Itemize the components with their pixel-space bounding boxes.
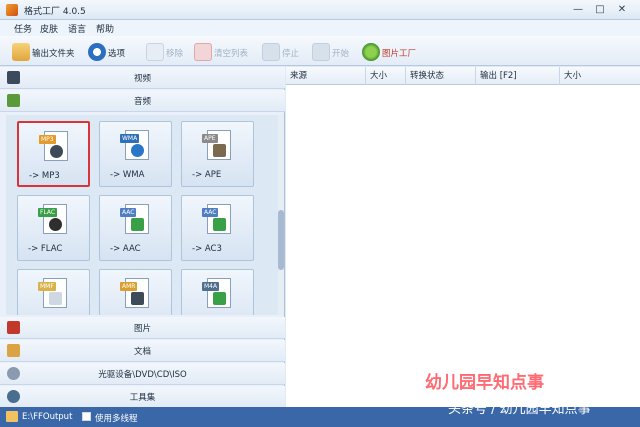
category-video-label: 视频 <box>133 74 151 84</box>
column-size[interactable]: 大小 <box>366 67 406 85</box>
stop-label: 停止 <box>282 49 300 59</box>
amr-symbol-icon <box>131 292 144 305</box>
headphones-icon <box>49 218 62 231</box>
start-label: 开始 <box>332 49 350 59</box>
menu-bar: 任务 皮肤 语言 帮助 <box>0 20 640 36</box>
watermark-source: 头条号 / 幼儿园早知点事 <box>448 402 591 417</box>
picture-factory-icon <box>362 43 380 61</box>
ape-file-icon: APE <box>202 130 231 160</box>
music-note-icon <box>213 218 226 231</box>
mmf-symbol-icon <box>49 292 62 305</box>
remove-label: 移除 <box>166 49 184 59</box>
amr-file-icon: AMR <box>120 278 149 308</box>
format-tile-flac[interactable]: FLAC -> FLAC <box>17 195 90 261</box>
flac-tag: FLAC <box>38 208 58 217</box>
multithread-checkbox[interactable] <box>82 412 91 421</box>
menu-language[interactable]: 语言 <box>68 22 86 35</box>
format-tile-wma[interactable]: WMA -> WMA <box>99 121 172 187</box>
options-label: 选项 <box>108 49 126 59</box>
mmf-file-icon: MMF <box>38 278 67 308</box>
close-button[interactable]: ✕ <box>614 3 630 17</box>
minimize-button[interactable]: — <box>570 3 586 17</box>
format-tile-amr[interactable]: AMR <box>99 269 172 315</box>
format-tile-mmf[interactable]: MMF <box>17 269 90 315</box>
format-label-ac3: -> AC3 <box>192 244 222 254</box>
wma-tag: WMA <box>120 134 140 143</box>
aac-file-icon: AAC <box>120 204 149 234</box>
output-path[interactable]: E:\FFOutput <box>22 412 72 422</box>
music-note-icon <box>213 292 226 305</box>
picture-factory-label: 图片工厂 <box>382 49 417 59</box>
folder-icon <box>6 411 18 422</box>
scrollbar-thumb[interactable] <box>278 210 284 270</box>
music-note-icon <box>131 218 144 231</box>
category-picture[interactable]: 图片 <box>0 317 285 339</box>
category-disc[interactable]: 光驱设备\DVD\CD\ISO <box>0 363 285 385</box>
column-output[interactable]: 输出 [F2] <box>476 67 560 85</box>
ape-tag: APE <box>202 134 218 143</box>
watermark-text: 幼儿园早知点事 <box>425 373 544 393</box>
category-picture-label: 图片 <box>133 324 151 334</box>
format-label-aac: -> AAC <box>110 244 141 254</box>
category-audio[interactable]: 音频 <box>0 90 285 112</box>
category-tools-label: 工具集 <box>129 393 156 403</box>
clear-list-icon <box>194 43 212 61</box>
audio-format-grid: MP3 -> MP3 WMA -> WMA APE -> APE FLAC ->… <box>6 115 280 315</box>
category-disc-label: 光驱设备\DVD\CD\ISO <box>98 370 187 380</box>
column-output-size[interactable]: 大小 <box>560 67 640 85</box>
title-bar: 格式工厂 4.0.5 — □ ✕ <box>0 0 640 20</box>
column-source[interactable]: 来源 <box>286 67 366 85</box>
speaker-icon <box>50 145 63 158</box>
format-label-wma: -> WMA <box>110 170 145 180</box>
menu-skin[interactable]: 皮肤 <box>40 22 58 35</box>
format-label-ape: -> APE <box>192 170 222 180</box>
play-icon <box>131 144 144 157</box>
menu-help[interactable]: 帮助 <box>96 22 114 35</box>
ac3-file-icon: AAC <box>202 204 231 234</box>
folder-icon <box>12 43 30 61</box>
category-document[interactable]: 文档 <box>0 340 285 362</box>
menu-task[interactable]: 任务 <box>14 22 32 35</box>
format-tile-ape[interactable]: APE -> APE <box>181 121 254 187</box>
multithread-label: 使用多线程 <box>95 414 138 424</box>
format-label-mp3: -> MP3 <box>29 171 60 181</box>
mp3-tag: MP3 <box>39 135 56 144</box>
format-tile-ac3[interactable]: AAC -> AC3 <box>181 195 254 261</box>
window-title: 格式工厂 4.0.5 <box>24 7 86 17</box>
category-video[interactable]: 视频 <box>0 67 285 89</box>
format-tile-aac[interactable]: AAC -> AAC <box>99 195 172 261</box>
stop-icon <box>262 43 280 61</box>
task-list-header: 来源 大小 转换状态 输出 [F2] 大小 <box>286 67 640 85</box>
format-grid-scrollbar[interactable] <box>278 115 284 315</box>
wma-file-icon: WMA <box>120 130 149 160</box>
mmf-tag: MMF <box>38 282 56 291</box>
options-icon <box>88 43 106 61</box>
column-status[interactable]: 转换状态 <box>406 67 476 85</box>
clear-list-label: 清空列表 <box>214 49 249 59</box>
amr-tag: AMR <box>120 282 138 291</box>
remove-icon <box>146 43 164 61</box>
mp3-file-icon: MP3 <box>39 131 68 161</box>
maximize-button[interactable]: □ <box>592 3 608 17</box>
flac-file-icon: FLAC <box>38 204 67 234</box>
aac-tag: AAC <box>120 208 137 217</box>
format-tile-m4a[interactable]: M4A <box>181 269 254 315</box>
format-tile-mp3[interactable]: MP3 -> MP3 <box>17 121 90 187</box>
start-icon <box>312 43 330 61</box>
m4a-tag: M4A <box>202 282 220 291</box>
category-audio-label: 音频 <box>133 97 151 107</box>
app-logo-icon <box>6 4 18 16</box>
toolbar: 输出文件夹 选项 移除 清空列表 停止 开始 图片工厂 <box>0 36 640 66</box>
output-folder-label: 输出文件夹 <box>32 49 75 59</box>
category-tools[interactable]: 工具集 <box>0 386 285 408</box>
ac3-tag: AAC <box>202 208 219 217</box>
ape-monkey-icon <box>213 144 226 157</box>
m4a-file-icon: M4A <box>202 278 231 308</box>
category-document-label: 文档 <box>133 347 151 357</box>
task-list: 来源 大小 转换状态 输出 [F2] 大小 <box>286 67 640 407</box>
format-label-flac: -> FLAC <box>28 244 63 254</box>
